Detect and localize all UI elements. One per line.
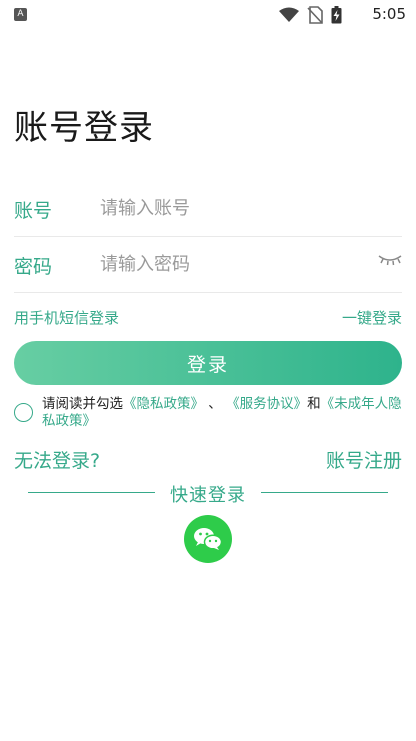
status-time: 5:05: [372, 5, 406, 23]
status-bar: A 5:05: [0, 0, 416, 30]
login-button[interactable]: 登录: [14, 341, 402, 385]
cannot-login-link[interactable]: 无法登录?: [14, 446, 100, 473]
battery-charging-icon: [331, 6, 342, 24]
onekey-login-link[interactable]: 一键登录: [342, 307, 402, 328]
agreement-and: 和: [307, 396, 321, 412]
login-options: 用手机短信登录 一键登录: [14, 307, 402, 329]
privacy-policy-link[interactable]: 《隐私政策》: [123, 396, 204, 412]
wifi-icon: [279, 7, 299, 22]
account-row: 账号: [14, 180, 402, 237]
service-agreement-link[interactable]: 《服务协议》: [226, 396, 307, 412]
account-label: 账号: [14, 200, 53, 222]
agreement-text: 请阅读并勾选《隐私政策》 、 《服务协议》和《未成年人隐私政策》: [42, 396, 402, 430]
agreement-checkbox[interactable]: [14, 403, 33, 422]
account-input[interactable]: [98, 192, 372, 224]
password-row: 密码: [14, 236, 402, 293]
page-title: 账号登录: [14, 108, 154, 148]
quick-login-label: 快速登录: [170, 485, 246, 506]
register-link[interactable]: 账号注册: [326, 446, 402, 473]
app-notification-icon: A: [14, 8, 27, 21]
no-sim-icon: [307, 6, 323, 24]
sms-login-link[interactable]: 用手机短信登录: [14, 307, 119, 328]
divider-line-right: [261, 492, 388, 493]
password-label: 密码: [14, 256, 53, 278]
status-icons: [279, 6, 342, 24]
wechat-login-button[interactable]: [184, 515, 232, 563]
bottom-links: 无法登录? 账号注册: [14, 446, 402, 472]
wechat-icon: [194, 528, 223, 550]
agreement-prefix: 请阅读并勾选: [42, 396, 123, 412]
quick-login-divider: 快速登录: [28, 481, 388, 507]
agreement-separator: 、: [208, 396, 222, 412]
eye-closed-icon[interactable]: [378, 254, 402, 266]
password-input[interactable]: [98, 248, 372, 280]
